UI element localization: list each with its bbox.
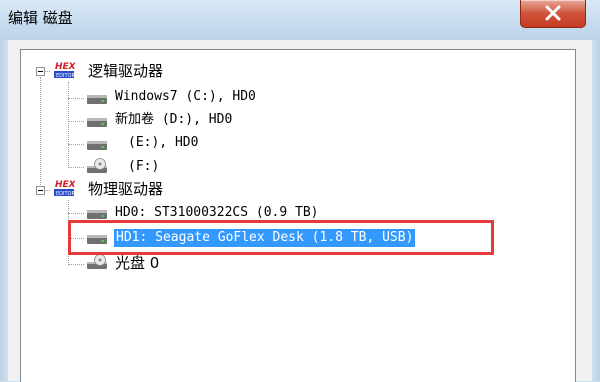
window-title: 编辑 磁盘 <box>8 9 73 27</box>
optical-drive-icon <box>87 158 107 173</box>
hex-logo-icon: HEX EDITOR <box>54 180 75 197</box>
logical-group-collapse-toggle[interactable] <box>36 67 45 76</box>
drive-label: 光盘 0 <box>115 254 160 272</box>
hard-drive-icon <box>87 95 107 104</box>
hard-drive-icon <box>87 210 107 219</box>
svg-text:HEX: HEX <box>55 180 75 190</box>
svg-text:EDITOR: EDITOR <box>56 73 75 79</box>
physical-drives-group-label[interactable]: 物理驱动器 <box>88 180 163 198</box>
hex-logo-icon: HEX EDITOR <box>54 62 75 79</box>
drive-label: (E:), HD0 <box>128 135 199 150</box>
logical-drives-group-label[interactable]: 逻辑驱动器 <box>88 62 163 80</box>
window-frame-right <box>592 40 600 381</box>
window-frame-left <box>0 40 8 381</box>
hard-drive-icon <box>87 141 107 150</box>
close-icon <box>545 5 561 21</box>
drive-label: Windows7 (C:), HD0 <box>115 89 256 104</box>
close-button[interactable] <box>520 0 586 28</box>
svg-text:EDITOR: EDITOR <box>56 191 75 197</box>
svg-text:HEX: HEX <box>55 62 75 72</box>
red-highlight-annotation <box>68 220 494 255</box>
title-bar[interactable]: 编辑 磁盘 <box>0 0 600 40</box>
hard-drive-icon <box>87 118 107 127</box>
optical-drive-icon <box>87 254 107 269</box>
drive-label: (F:) <box>128 159 160 174</box>
physical-group-collapse-toggle[interactable] <box>36 186 45 195</box>
drive-label: 新加卷 (D:), HD0 <box>115 112 233 127</box>
